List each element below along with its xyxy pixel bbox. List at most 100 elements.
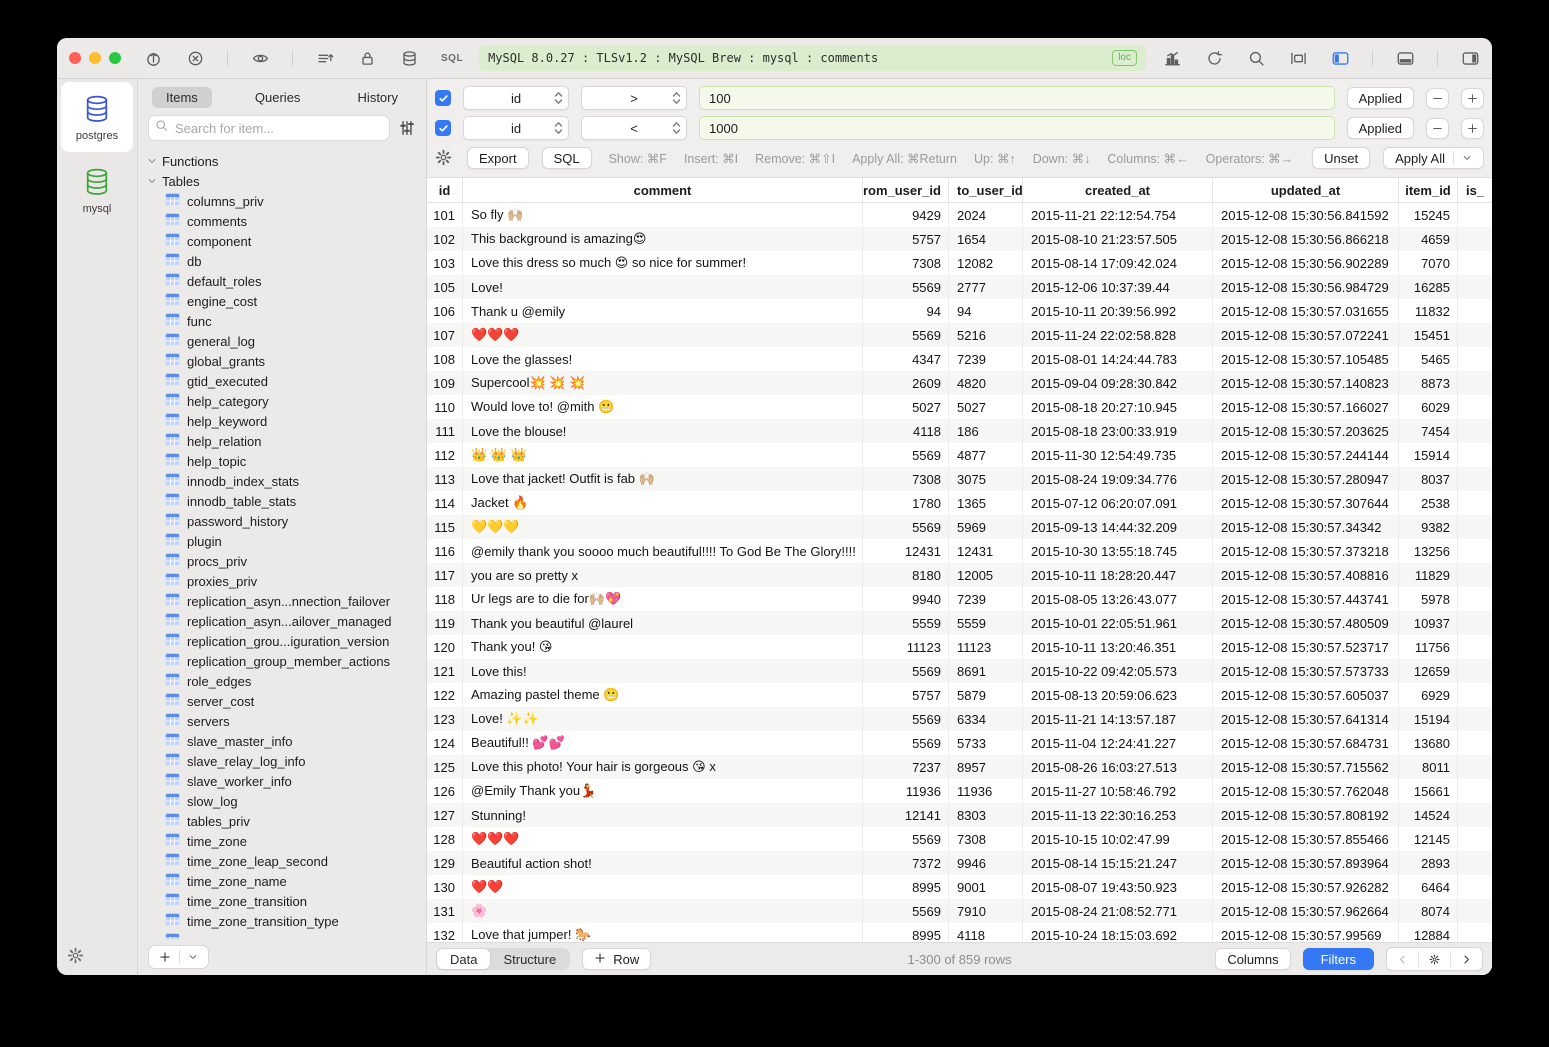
sidebar-table-replication_asyn...ailover_managed[interactable]: replication_asyn...ailover_managed — [138, 611, 426, 631]
cell-updated_at[interactable]: 2015-12-08 15:30:57.166027 — [1213, 395, 1399, 419]
item-search-field[interactable] — [148, 115, 390, 141]
chevron-down-icon[interactable] — [180, 946, 206, 968]
filter-operator-select[interactable]: > — [581, 86, 687, 110]
cell-is_[interactable] — [1458, 755, 1492, 779]
cell-item_id[interactable]: 12145 — [1399, 827, 1458, 851]
cell-item_id[interactable]: 15194 — [1399, 707, 1458, 731]
filter-operator-select[interactable]: < — [581, 116, 687, 140]
cell-created_at[interactable]: 2015-10-11 18:28:20.447 — [1023, 563, 1213, 587]
cell-is_[interactable] — [1458, 803, 1492, 827]
sidebar-tab-items[interactable]: Items — [152, 87, 212, 108]
cell-comment[interactable]: Supercool💥 💥 💥 — [463, 371, 863, 395]
cell-updated_at[interactable]: 2015-12-08 15:30:57.641314 — [1213, 707, 1399, 731]
sidebar-table-slow_log[interactable]: slow_log — [138, 791, 426, 811]
tree-section-functions[interactable]: Functions — [138, 151, 426, 171]
cell-comment[interactable]: Thank you! 😘 — [463, 635, 863, 659]
column-header-updated_at[interactable]: updated_at — [1213, 178, 1399, 202]
database-icon[interactable] — [399, 48, 419, 68]
cell-comment[interactable]: 🌸 — [463, 899, 863, 923]
cell-updated_at[interactable]: 2015-12-08 15:30:57.926282 — [1213, 875, 1399, 899]
chevron-right-icon[interactable] — [1451, 948, 1482, 970]
cell-created_at[interactable]: 2015-08-14 15:15:21.247 — [1023, 851, 1213, 875]
cell-item_id[interactable]: 5465 — [1399, 347, 1458, 371]
cell-updated_at[interactable]: 2015-12-08 15:30:57.072241 — [1213, 323, 1399, 347]
cell-id[interactable]: 111 — [427, 419, 463, 443]
cell-created_at[interactable]: 2015-11-04 12:24:41.227 — [1023, 731, 1213, 755]
cell-to_user_id[interactable]: 1654 — [949, 227, 1023, 251]
cell-item_id[interactable]: 2538 — [1399, 491, 1458, 515]
cell-item_id[interactable]: 11829 — [1399, 563, 1458, 587]
cell-to_user_id[interactable]: 5969 — [949, 515, 1023, 539]
sidebar-table-general_log[interactable]: general_log — [138, 331, 426, 351]
cell-from_user_id[interactable]: 4347 — [863, 347, 949, 371]
cell-id[interactable]: 114 — [427, 491, 463, 515]
cell-created_at[interactable]: 2015-08-01 14:24:44.783 — [1023, 347, 1213, 371]
cell-updated_at[interactable]: 2015-12-08 15:30:57.99569 — [1213, 923, 1399, 942]
cell-to_user_id[interactable]: 2024 — [949, 203, 1023, 227]
filter-value-input[interactable] — [699, 116, 1335, 140]
table-row[interactable]: 110Would love to! @mith 😬502750272015-08… — [427, 395, 1492, 419]
cell-comment[interactable]: @Emily Thank you💃 — [463, 779, 863, 803]
view-tab-structure[interactable]: Structure — [490, 949, 569, 969]
sidebar-table-time_zone_transition_type[interactable]: time_zone_transition_type — [138, 911, 426, 931]
cell-from_user_id[interactable]: 5569 — [863, 443, 949, 467]
connection-mysql[interactable]: mysql — [61, 155, 133, 225]
sidebar-table-replication_group_member_actions[interactable]: replication_group_member_actions — [138, 651, 426, 671]
cell-item_id[interactable]: 10937 — [1399, 611, 1458, 635]
cell-is_[interactable] — [1458, 587, 1492, 611]
cell-from_user_id[interactable]: 2609 — [863, 371, 949, 395]
connection-postgres[interactable]: postgres — [61, 82, 133, 152]
cell-to_user_id[interactable]: 5559 — [949, 611, 1023, 635]
plus-icon[interactable] — [151, 946, 179, 968]
cell-id[interactable]: 132 — [427, 923, 463, 942]
cell-updated_at[interactable]: 2015-12-08 15:30:57.280947 — [1213, 467, 1399, 491]
grid-settings-gear-icon[interactable] — [1419, 948, 1450, 970]
cell-is_[interactable] — [1458, 635, 1492, 659]
cell-id[interactable]: 105 — [427, 275, 463, 299]
table-row[interactable]: 128❤️❤️❤️556973082015-10-15 10:02:47.992… — [427, 827, 1492, 851]
cell-to_user_id[interactable]: 8957 — [949, 755, 1023, 779]
cell-id[interactable]: 131 — [427, 899, 463, 923]
cell-id[interactable]: 112 — [427, 443, 463, 467]
cell-comment[interactable]: ❤️❤️❤️ — [463, 827, 863, 851]
search-input[interactable] — [173, 120, 383, 137]
sidebar-table-help_topic[interactable]: help_topic — [138, 451, 426, 471]
cell-comment[interactable]: Beautiful!! 💕💕 — [463, 731, 863, 755]
cell-updated_at[interactable]: 2015-12-08 15:30:57.893964 — [1213, 851, 1399, 875]
cell-item_id[interactable]: 7454 — [1399, 419, 1458, 443]
add-filter-button[interactable] — [1461, 118, 1484, 139]
cell-updated_at[interactable]: 2015-12-08 15:30:57.373218 — [1213, 539, 1399, 563]
cell-updated_at[interactable]: 2015-12-08 15:30:57.105485 — [1213, 347, 1399, 371]
cell-from_user_id[interactable]: 11936 — [863, 779, 949, 803]
cell-from_user_id[interactable]: 5569 — [863, 515, 949, 539]
cell-is_[interactable] — [1458, 923, 1492, 942]
sidebar-table-tables_priv[interactable]: tables_priv — [138, 811, 426, 831]
lock-icon[interactable] — [357, 48, 377, 68]
cell-id[interactable]: 128 — [427, 827, 463, 851]
cell-to_user_id[interactable]: 94 — [949, 299, 1023, 323]
cell-created_at[interactable]: 2015-11-27 10:58:46.792 — [1023, 779, 1213, 803]
cell-comment[interactable]: Love the glasses! — [463, 347, 863, 371]
table-row[interactable]: 130❤️❤️899590012015-08-07 19:43:50.92320… — [427, 875, 1492, 899]
cell-from_user_id[interactable]: 7237 — [863, 755, 949, 779]
cell-id[interactable]: 106 — [427, 299, 463, 323]
cell-created_at[interactable]: 2015-09-04 09:28:30.842 — [1023, 371, 1213, 395]
cell-id[interactable]: 125 — [427, 755, 463, 779]
cell-id[interactable]: 127 — [427, 803, 463, 827]
export-button[interactable]: Export — [467, 147, 529, 169]
connect-icon[interactable] — [143, 48, 163, 68]
table-row[interactable]: 113Love that jacket! Outfit is fab 🙌🏼730… — [427, 467, 1492, 491]
cell-item_id[interactable]: 8074 — [1399, 899, 1458, 923]
add-filter-button[interactable] — [1461, 88, 1484, 109]
cell-id[interactable]: 119 — [427, 611, 463, 635]
close-window-button[interactable] — [69, 52, 81, 64]
unset-button[interactable]: Unset — [1312, 147, 1370, 169]
cell-created_at[interactable]: 2015-08-07 19:43:50.923 — [1023, 875, 1213, 899]
cell-created_at[interactable]: 2015-08-18 23:00:33.919 — [1023, 419, 1213, 443]
cell-created_at[interactable]: 2015-08-26 16:03:27.513 — [1023, 755, 1213, 779]
eye-icon[interactable] — [250, 48, 270, 68]
cell-updated_at[interactable]: 2015-12-08 15:30:57.808192 — [1213, 803, 1399, 827]
table-row[interactable]: 107❤️❤️❤️556952162015-11-24 22:02:58.828… — [427, 323, 1492, 347]
cell-id[interactable]: 115 — [427, 515, 463, 539]
cell-updated_at[interactable]: 2015-12-08 15:30:57.443741 — [1213, 587, 1399, 611]
